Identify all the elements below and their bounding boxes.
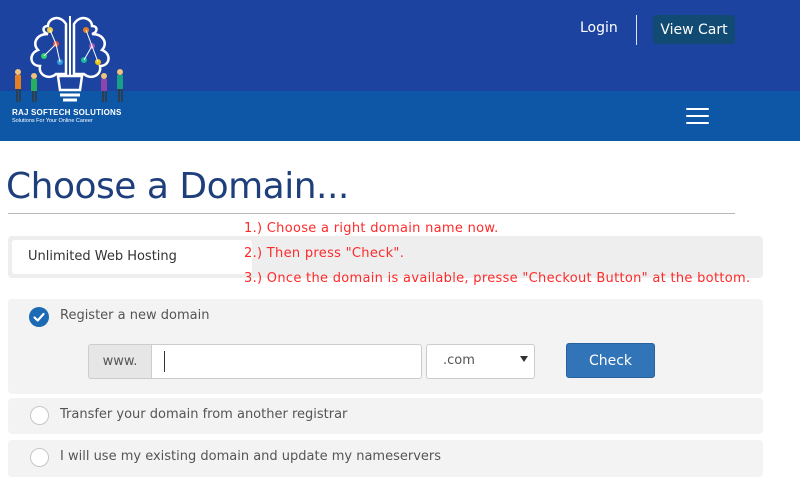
register-domain-label[interactable]: Register a new domain <box>60 308 209 323</box>
site-header: RAJ SOFTECH SOLUTIONS Solutions For Your… <box>0 0 800 141</box>
product-name: Unlimited Web Hosting <box>28 249 177 264</box>
title-divider <box>8 213 735 214</box>
menu-icon-bar <box>686 115 709 117</box>
www-prefix: www. <box>88 344 151 379</box>
header-divider <box>636 15 637 45</box>
instruction-step-1: 1.) Choose a right domain name now. <box>244 221 499 236</box>
check-button[interactable]: Check <box>566 343 655 378</box>
chevron-down-icon <box>520 356 528 362</box>
transfer-domain-label[interactable]: Transfer your domain from another regist… <box>60 407 347 422</box>
instruction-step-2: 2.) Then press "Check". <box>244 246 405 261</box>
view-cart-button[interactable]: View Cart <box>653 15 735 44</box>
existing-domain-radio[interactable] <box>30 448 49 467</box>
register-domain-radio[interactable] <box>29 307 49 327</box>
transfer-domain-radio[interactable] <box>30 406 49 425</box>
menu-icon[interactable] <box>686 108 709 124</box>
checkmark-icon <box>33 312 45 322</box>
page-title: Choose a Domain... <box>6 166 349 207</box>
instruction-step-3: 3.) Once the domain is available, presse… <box>244 271 751 286</box>
domain-search-input[interactable] <box>151 344 422 379</box>
login-link[interactable]: Login <box>580 20 618 36</box>
existing-domain-label[interactable]: I will use my existing domain and update… <box>60 449 441 464</box>
brand-name: RAJ SOFTECH SOLUTIONS <box>12 108 122 117</box>
brand-tagline: Solutions For Your Online Career <box>12 118 93 124</box>
tld-select-value: .com <box>443 353 475 368</box>
menu-icon-bar <box>686 108 709 110</box>
text-cursor <box>164 351 165 372</box>
menu-icon-bar <box>686 122 709 124</box>
